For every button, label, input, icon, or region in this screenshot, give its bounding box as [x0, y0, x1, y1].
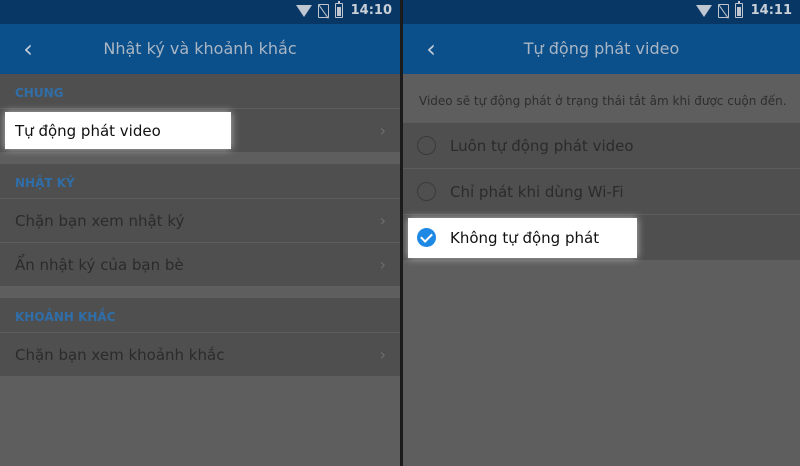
wifi-icon	[695, 4, 712, 17]
app-bar: ‹ Tự động phát video	[403, 24, 800, 74]
no-sim-icon	[317, 3, 329, 18]
status-time: 14:11	[750, 3, 792, 18]
status-time: 14:10	[350, 3, 392, 18]
section-header: CHUNG	[15, 86, 64, 100]
chevron-right-icon: ›	[379, 121, 386, 140]
setting-row-block-diary[interactable]: Chặn bạn xem nhật ký ›	[0, 198, 400, 242]
page-title: Tự động phát video	[523, 39, 680, 58]
battery-icon	[734, 1, 743, 18]
setting-row-label: Chặn bạn xem nhật ký	[15, 212, 185, 230]
radio-checked-icon[interactable]	[417, 228, 436, 247]
app-bar: ‹ Nhật ký và khoảnh khắc	[0, 24, 400, 74]
setting-row-label: Chặn bạn xem khoảnh khắc	[15, 346, 225, 364]
setting-row-block-moments[interactable]: Chặn bạn xem khoảnh khắc ›	[0, 332, 400, 376]
chevron-right-icon: ›	[379, 211, 386, 230]
status-bar: 14:11	[403, 0, 800, 24]
setting-row-label: Ẩn nhật ký của bạn bè	[15, 256, 184, 274]
section-header: KHOẢNH KHẮC	[15, 310, 116, 324]
setting-row-autoplay-video[interactable]: Tự động phát video ›	[0, 108, 400, 152]
radio-option-never[interactable]: Không tự động phát	[403, 214, 800, 260]
section-divider	[0, 152, 400, 164]
wifi-icon	[295, 4, 312, 17]
chevron-right-icon: ›	[379, 255, 386, 274]
section-header: NHẬT KÝ	[15, 176, 75, 190]
radio-button[interactable]	[417, 136, 436, 155]
status-bar: 14:10	[0, 0, 400, 24]
section-chung: CHUNG Tự động phát video ›	[0, 74, 400, 152]
no-sim-icon	[717, 3, 729, 18]
autoplay-description: Video sẽ tự động phát ở trạng thái tắt â…	[403, 74, 800, 122]
settings-screen-left: 14:10 ‹ Nhật ký và khoảnh khắc CHUNG Tự …	[0, 0, 400, 466]
chevron-right-icon: ›	[379, 345, 386, 364]
radio-option-label: Không tự động phát	[450, 229, 600, 247]
section-khoanh-khac: KHOẢNH KHẮC Chặn bạn xem khoảnh khắc ›	[0, 298, 400, 376]
radio-option-label: Luôn tự động phát video	[450, 137, 634, 155]
setting-row-label: Tự động phát video	[15, 122, 161, 140]
radio-option-label: Chỉ phát khi dùng Wi-Fi	[450, 183, 624, 201]
autoplay-screen-right: 14:11 ‹ Tự động phát video Video sẽ tự đ…	[403, 0, 800, 466]
section-nhat-ky: NHẬT KÝ Chặn bạn xem nhật ký › Ẩn nhật k…	[0, 164, 400, 286]
radio-button[interactable]	[417, 182, 436, 201]
screenshot-comparison: 14:10 ‹ Nhật ký và khoảnh khắc CHUNG Tự …	[0, 0, 800, 466]
battery-icon	[334, 1, 343, 18]
radio-option-always[interactable]: Luôn tự động phát video	[403, 122, 800, 168]
section-divider	[0, 286, 400, 298]
setting-row-hide-friends-diary[interactable]: Ẩn nhật ký của bạn bè ›	[0, 242, 400, 286]
page-title: Nhật ký và khoảnh khắc	[103, 39, 297, 58]
radio-option-wifi-only[interactable]: Chỉ phát khi dùng Wi-Fi	[403, 168, 800, 214]
